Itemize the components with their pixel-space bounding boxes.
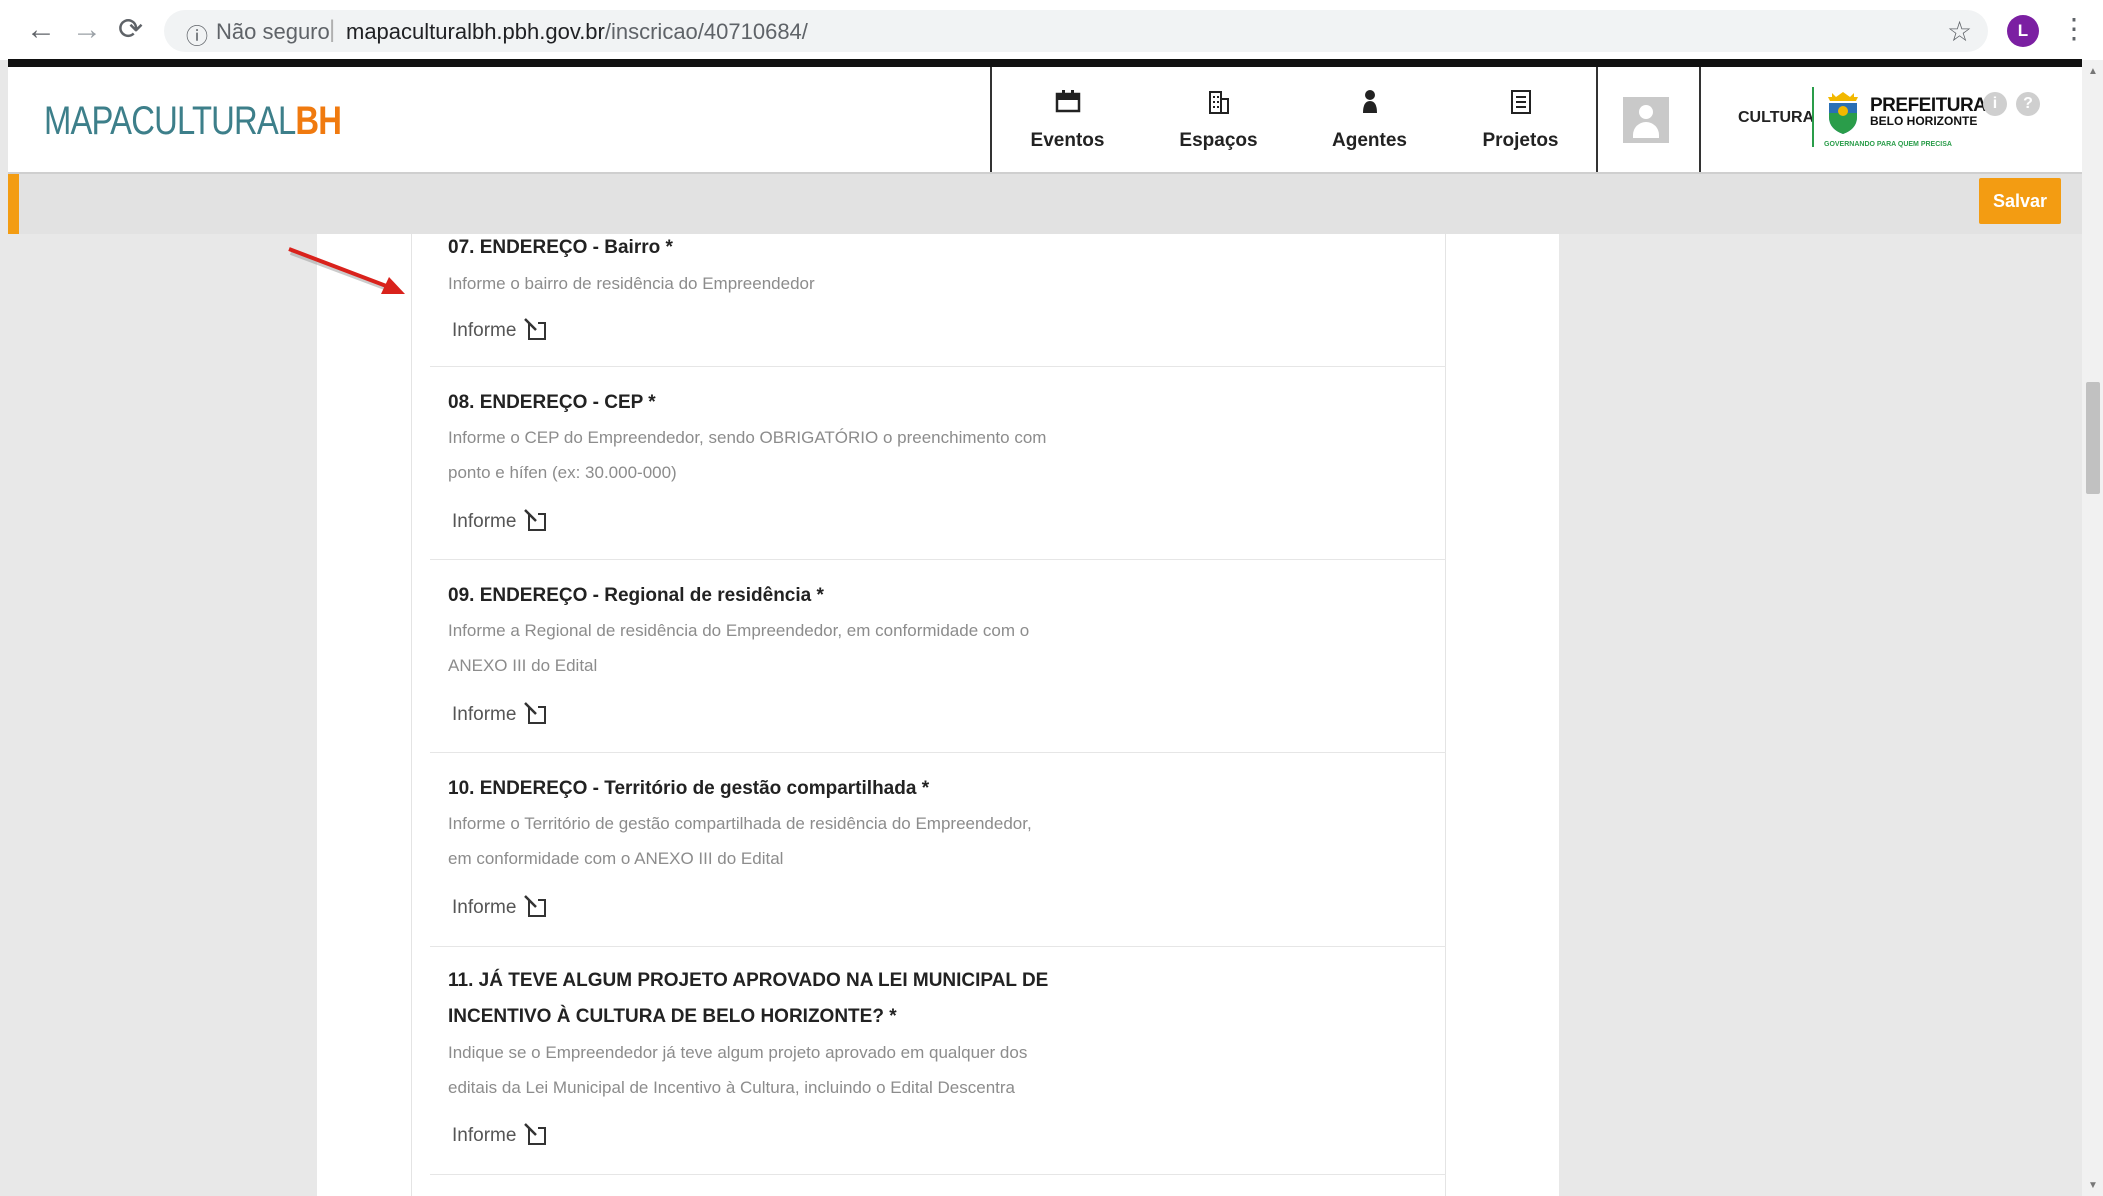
nav-label: Espaços: [1179, 130, 1258, 151]
field-title: 11. JÁ TEVE ALGUM PROJETO APROVADO NA LE…: [448, 970, 1049, 991]
nav-label: Eventos: [1030, 130, 1105, 151]
prefeitura-seal-icon: [1828, 92, 1858, 134]
edit-icon: [524, 318, 547, 340]
url-host: mapaculturalbh.pbh.gov.br: [346, 19, 605, 44]
prefeitura-slogan: GOVERNANDO PARA QUEM PRECISA: [1824, 141, 1952, 148]
field-description: Indique se o Empreendedor já teve algum …: [448, 1043, 1028, 1062]
field-lei-incentivo: 11. JÁ TEVE ALGUM PROJETO APROVADO NA LE…: [430, 947, 1446, 1175]
main-nav: Eventos Espaços Agentes Projetos: [990, 67, 1598, 172]
browser-menu-icon[interactable]: ⋮: [2060, 12, 2088, 45]
field-edit-link[interactable]: Informe: [452, 1123, 547, 1147]
bookmark-star-icon[interactable]: ☆: [1947, 15, 1972, 48]
field-title: 09. ENDEREÇO - Regional de residência *: [448, 585, 824, 606]
site-header: MAPACULTURALBH Eventos Espaços Agentes P…: [8, 67, 2082, 174]
security-label: Não seguro: [216, 19, 330, 44]
scroll-up-icon[interactable]: ▲: [2088, 66, 2098, 77]
url-separator: |: [329, 16, 336, 43]
back-arrow-icon[interactable]: ←: [26, 14, 56, 46]
field-action-label: Informe: [452, 1125, 517, 1146]
nav-item-agentes[interactable]: Agentes: [1294, 67, 1445, 172]
field-description: Informe o bairro de residência do Empree…: [448, 274, 815, 293]
field-description: em conformidade com o ANEXO III do Edita…: [448, 849, 784, 868]
field-title: INCENTIVO À CULTURA DE BELO HORIZONTE? *: [448, 1006, 897, 1027]
annotation-arrow-icon: [288, 247, 405, 294]
field-action-label: Informe: [452, 511, 517, 532]
field-action-label: Informe: [452, 704, 517, 725]
scroll-down-icon[interactable]: ▼: [2088, 1180, 2098, 1191]
page-scrollbar[interactable]: ▲ ▼: [2082, 60, 2103, 1196]
document-icon: [1445, 89, 1596, 122]
nav-item-eventos[interactable]: Eventos: [992, 67, 1143, 172]
info-icon[interactable]: ⓘ: [186, 19, 208, 51]
scroll-thumb[interactable]: [2086, 382, 2100, 494]
user-avatar-button[interactable]: [1597, 67, 1701, 172]
field-description: ponto e hífen (ex: 30.000-000): [448, 463, 677, 482]
field-description: editais da Lei Municipal de Incentivo à …: [448, 1078, 1015, 1097]
field-bairro: 07. ENDEREÇO - Bairro * Informe o bairro…: [430, 234, 1446, 367]
edit-icon: [524, 895, 547, 917]
reload-icon[interactable]: ⟳: [118, 14, 143, 46]
address-bar[interactable]: ⓘ Não seguro | mapaculturalbh.pbh.gov.br…: [164, 10, 1988, 52]
calendar-icon: [992, 89, 1143, 120]
field-territorio: 10. ENDEREÇO - Território de gestão comp…: [430, 753, 1446, 947]
field-description: Informe o CEP do Empreendedor, sendo OBR…: [448, 428, 1047, 447]
forward-arrow-icon[interactable]: →: [72, 14, 102, 46]
field-title: 10. ENDEREÇO - Território de gestão comp…: [448, 778, 930, 799]
prefeitura-divider: [1812, 87, 1814, 147]
nav-label: Agentes: [1332, 130, 1407, 151]
field-regional: 09. ENDEREÇO - Regional de residência * …: [430, 560, 1446, 753]
field-description: Informe o Território de gestão compartil…: [448, 814, 1032, 833]
browser-chrome: ← → ⟳ ⓘ Não seguro | mapaculturalbh.pbh.…: [0, 0, 2103, 60]
field-description: ANEXO III do Edital: [448, 656, 598, 675]
edit-icon: [524, 509, 547, 531]
field-edit-link[interactable]: Informe: [452, 318, 547, 342]
field-description: Informe a Regional de residência do Empr…: [448, 621, 1030, 640]
top-divider-bar: [8, 59, 2082, 67]
field-action-label: Informe: [452, 897, 517, 918]
logo-accent: BH: [295, 99, 342, 143]
nav-label: Projetos: [1482, 130, 1559, 151]
prefeitura-subtitle: BELO HORIZONTE: [1870, 114, 1978, 128]
field-cep: 08. ENDEREÇO - CEP * Informe o CEP do Em…: [430, 367, 1446, 560]
field-title: 07. ENDEREÇO - Bairro *: [448, 237, 673, 258]
field-title: 08. ENDEREÇO - CEP *: [448, 392, 656, 413]
building-icon: [1143, 89, 1294, 122]
profile-avatar[interactable]: L: [2007, 15, 2039, 47]
field-edit-link[interactable]: Informe: [452, 895, 547, 919]
url-text[interactable]: mapaculturalbh.pbh.gov.br/inscricao/4071…: [346, 19, 808, 45]
field-edit-link[interactable]: Informe: [452, 509, 547, 533]
info-icon[interactable]: i: [1983, 92, 2007, 116]
nav-item-projetos[interactable]: Projetos: [1445, 67, 1596, 172]
help-icon[interactable]: ?: [2016, 92, 2040, 116]
edit-icon: [524, 1123, 547, 1145]
avatar-body: [1633, 122, 1659, 138]
save-button[interactable]: Salvar: [1979, 178, 2061, 224]
logo-text: MAPACULTURAL: [44, 99, 296, 143]
avatar: [1623, 97, 1669, 143]
cultura-label: CULTURA: [1738, 109, 1815, 126]
field-edit-link[interactable]: Informe: [452, 702, 547, 726]
site-logo[interactable]: MAPACULTURALBH: [44, 99, 342, 144]
url-path: /inscricao/40710684/: [604, 19, 808, 44]
avatar-head: [1639, 105, 1653, 119]
person-icon: [1294, 89, 1445, 122]
toolbar-accent: [8, 174, 19, 234]
nav-item-espacos[interactable]: Espaços: [1143, 67, 1294, 172]
edit-icon: [524, 702, 547, 724]
action-toolbar: Salvar: [8, 174, 2082, 234]
field-action-label: Informe: [452, 320, 517, 341]
